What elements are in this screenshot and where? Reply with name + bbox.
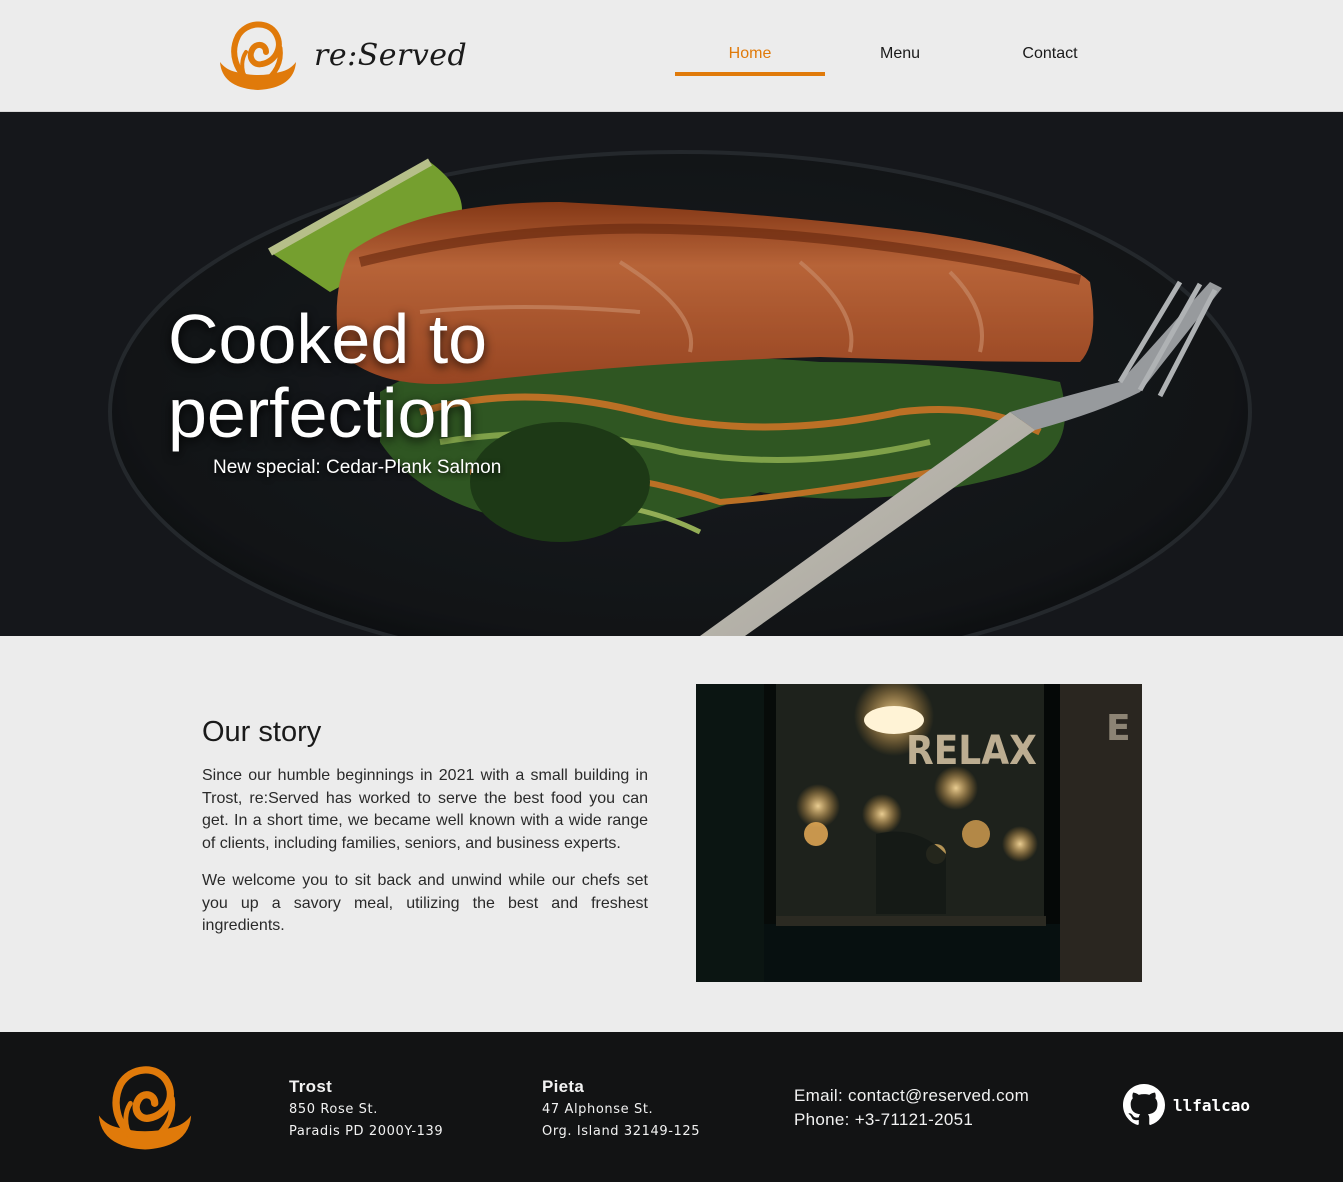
story-paragraph: Since our humble beginnings in 2021 with… xyxy=(202,767,648,852)
location-address-line: 850 Rose St. xyxy=(289,1102,378,1117)
chef-bowl-logo-icon xyxy=(220,21,296,90)
photo-sign-text: RELAX xyxy=(906,728,1037,774)
hero-banner: Cooked to perfection New special: Cedar-… xyxy=(0,112,1343,636)
location-address-line: Paradis PD 2000Y-139 xyxy=(289,1124,444,1139)
story-paragraph: We welcome you to sit back and unwind wh… xyxy=(202,872,648,934)
contact-info: Email: contact@reserved.com Phone: +3-71… xyxy=(794,1084,1029,1132)
brand[interactable]: re:Served xyxy=(216,18,467,92)
github-username: llfalcao xyxy=(1173,1095,1251,1115)
location-name: Trost xyxy=(289,1077,333,1096)
location-pieta: Pieta 47 Alphonse St. Org. Island 32149-… xyxy=(542,1076,700,1143)
brand-name: re:Served xyxy=(314,37,468,73)
github-icon xyxy=(1123,1084,1165,1125)
restaurant-window-photo: RELAX E xyxy=(696,684,1142,982)
hero-subtitle: New special: Cedar-Plank Salmon xyxy=(213,457,502,478)
nav-item-home[interactable]: Home xyxy=(675,36,825,76)
site-footer: Trost 850 Rose St. Paradis PD 2000Y-139 … xyxy=(0,1032,1343,1182)
location-name: Pieta xyxy=(542,1077,585,1096)
github-link[interactable]: llfalcao xyxy=(1123,1084,1250,1126)
nav-item-menu[interactable]: Menu xyxy=(825,36,975,76)
hero-title: Cooked to perfection xyxy=(168,300,488,452)
our-story-section: Our story Since our humble beginnings in… xyxy=(202,716,648,953)
chef-bowl-logo-icon[interactable] xyxy=(94,1062,196,1152)
contact-phone[interactable]: Phone: +3-71121-2051 xyxy=(794,1108,1029,1132)
location-trost: Trost 850 Rose St. Paradis PD 2000Y-139 xyxy=(289,1076,443,1143)
nav-item-contact[interactable]: Contact xyxy=(975,36,1125,76)
main-nav: Home Menu Contact xyxy=(675,36,1125,76)
location-address-line: 47 Alphonse St. xyxy=(542,1102,654,1117)
location-address-line: Org. Island 32149-125 xyxy=(542,1124,701,1139)
story-heading: Our story xyxy=(202,716,322,748)
contact-email[interactable]: Email: contact@reserved.com xyxy=(794,1084,1029,1108)
photo-sign-edge-text: E xyxy=(1106,708,1131,749)
restaurant-interior-image: RELAX E xyxy=(696,684,1142,982)
site-header: re:Served Home Menu Contact xyxy=(0,0,1343,112)
